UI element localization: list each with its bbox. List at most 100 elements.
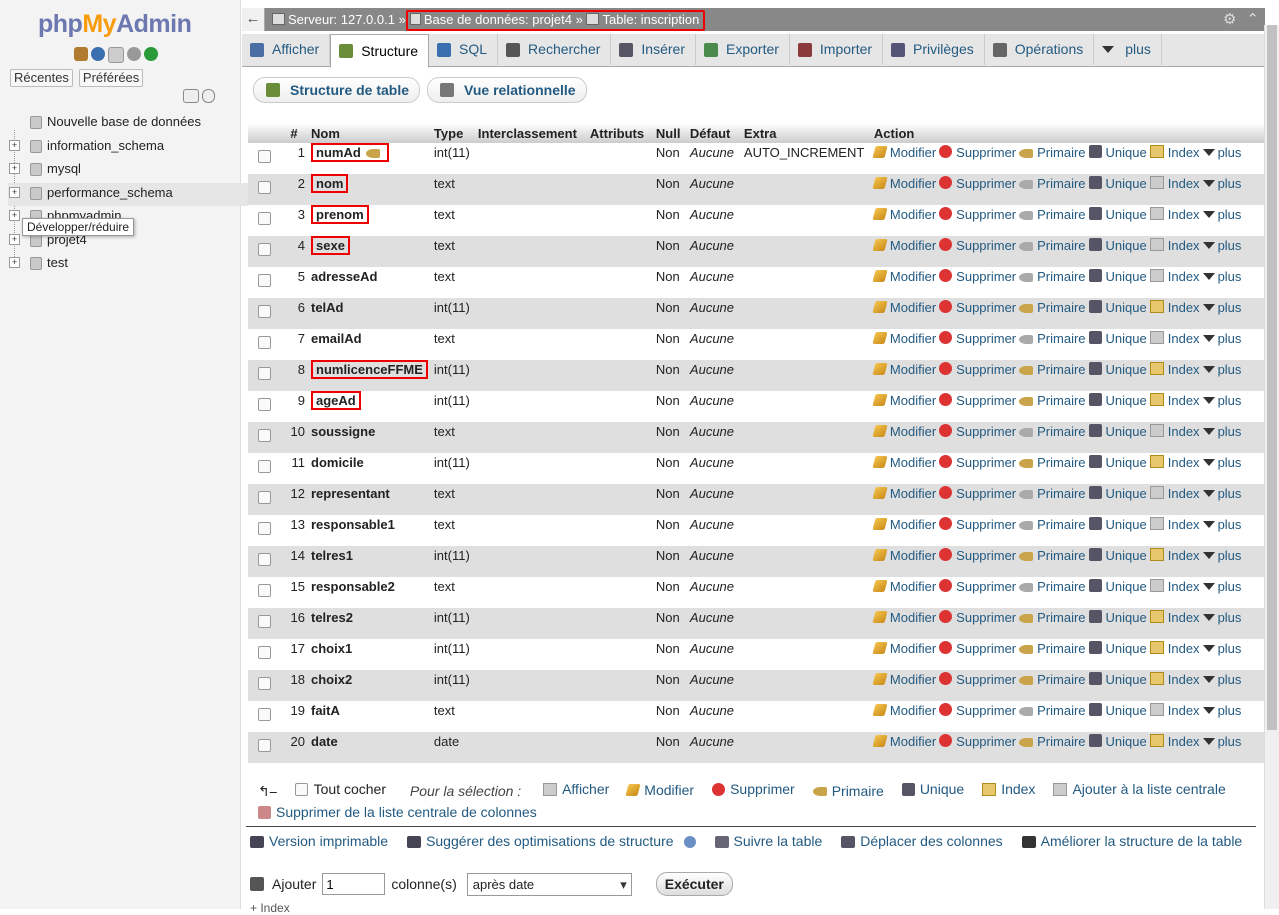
tab-exporter[interactable]: Exporter bbox=[696, 34, 790, 65]
more-action[interactable]: plus bbox=[1202, 424, 1241, 439]
selection-6[interactable]: Ajouter à la liste centrale bbox=[1053, 779, 1226, 800]
selection-0[interactable]: Afficher bbox=[543, 779, 609, 800]
expand-icon[interactable]: + bbox=[9, 233, 20, 245]
edit-action[interactable]: Modifier bbox=[872, 734, 936, 749]
tree-item-performance-schema[interactable]: + performance_schema bbox=[8, 182, 272, 206]
selection-3[interactable]: Primaire bbox=[812, 781, 884, 802]
primary-action[interactable]: Primaire bbox=[1019, 362, 1086, 377]
selection-5[interactable]: Index bbox=[982, 779, 1035, 800]
edit-action[interactable]: Modifier bbox=[872, 641, 936, 656]
primary-action[interactable]: Primaire bbox=[1019, 424, 1086, 439]
unique-action[interactable]: Unique bbox=[1088, 424, 1147, 439]
more-action[interactable]: plus bbox=[1202, 579, 1241, 594]
more-action[interactable]: plus bbox=[1202, 362, 1241, 377]
index-action[interactable]: Index bbox=[1149, 734, 1200, 749]
primary-action[interactable]: Primaire bbox=[1019, 548, 1086, 563]
primary-action[interactable]: Primaire bbox=[1019, 486, 1086, 501]
unique-action[interactable]: Unique bbox=[1088, 207, 1147, 222]
primary-action[interactable]: Primaire bbox=[1019, 269, 1086, 284]
row-checkbox[interactable] bbox=[258, 739, 271, 752]
unique-action[interactable]: Unique bbox=[1088, 579, 1147, 594]
edit-action[interactable]: Modifier bbox=[872, 393, 936, 408]
index-action[interactable]: Index bbox=[1149, 641, 1200, 656]
delete-action[interactable]: Supprimer bbox=[939, 331, 1016, 346]
primary-action[interactable]: Primaire bbox=[1019, 393, 1086, 408]
primary-action[interactable]: Primaire bbox=[1019, 145, 1086, 160]
breadcrumb-table[interactable]: Table: inscription bbox=[602, 12, 699, 27]
row-checkbox[interactable] bbox=[258, 181, 271, 194]
tab-favorites[interactable]: Préférées bbox=[78, 69, 144, 87]
unique-action[interactable]: Unique bbox=[1088, 641, 1147, 656]
row-checkbox[interactable] bbox=[258, 522, 271, 535]
delete-action[interactable]: Supprimer bbox=[939, 579, 1016, 594]
index-action[interactable]: Index bbox=[1149, 238, 1200, 253]
primary-action[interactable]: Primaire bbox=[1019, 300, 1086, 315]
more-action[interactable]: plus bbox=[1202, 610, 1241, 625]
more-action[interactable]: plus bbox=[1202, 145, 1241, 160]
unique-action[interactable]: Unique bbox=[1088, 393, 1147, 408]
primary-action[interactable]: Primaire bbox=[1019, 579, 1086, 594]
tree-item-mysql[interactable]: + mysql bbox=[8, 159, 272, 183]
more-action[interactable]: plus bbox=[1202, 734, 1241, 749]
unique-action[interactable]: Unique bbox=[1088, 548, 1147, 563]
more-action[interactable]: plus bbox=[1202, 393, 1241, 408]
unique-action[interactable]: Unique bbox=[1088, 331, 1147, 346]
more-action[interactable]: plus bbox=[1202, 269, 1241, 284]
link-2[interactable]: Suivre la table bbox=[714, 831, 822, 852]
collapse-all-icon[interactable] bbox=[183, 89, 199, 103]
delete-action[interactable]: Supprimer bbox=[939, 207, 1016, 222]
index-action[interactable]: Index bbox=[1149, 486, 1200, 501]
index-action[interactable]: Index bbox=[1149, 145, 1200, 160]
delete-action[interactable]: Supprimer bbox=[939, 610, 1016, 625]
column-count-input[interactable] bbox=[322, 873, 386, 895]
tree-item-information-schema[interactable]: + information_schema bbox=[8, 136, 272, 160]
more-action[interactable]: plus bbox=[1202, 331, 1241, 346]
more-action[interactable]: plus bbox=[1202, 703, 1241, 718]
unique-action[interactable]: Unique bbox=[1088, 145, 1147, 160]
more-action[interactable]: plus bbox=[1202, 300, 1241, 315]
edit-action[interactable]: Modifier bbox=[872, 238, 936, 253]
index-action[interactable]: Index bbox=[1149, 672, 1200, 687]
subtab-table-structure[interactable]: Structure de table bbox=[253, 77, 421, 103]
index-action[interactable]: Index bbox=[1149, 579, 1200, 594]
edit-action[interactable]: Modifier bbox=[872, 703, 936, 718]
selection-1[interactable]: Modifier bbox=[625, 780, 694, 801]
link-0[interactable]: Version imprimable bbox=[250, 831, 388, 852]
back-arrow-icon[interactable]: ← bbox=[242, 8, 265, 31]
home-icon[interactable] bbox=[74, 47, 88, 61]
more-action[interactable]: plus bbox=[1202, 238, 1241, 253]
remove-central-list[interactable]: Supprimer de la liste centrale de colonn… bbox=[258, 802, 537, 823]
row-checkbox[interactable] bbox=[258, 367, 271, 380]
row-checkbox[interactable] bbox=[258, 274, 271, 287]
collapse-top-icon[interactable]: ⌃ bbox=[1246, 10, 1259, 28]
selection-4[interactable]: Unique bbox=[901, 779, 964, 800]
delete-action[interactable]: Supprimer bbox=[939, 734, 1016, 749]
delete-action[interactable]: Supprimer bbox=[939, 393, 1016, 408]
primary-action[interactable]: Primaire bbox=[1019, 672, 1086, 687]
more-action[interactable]: plus bbox=[1202, 672, 1241, 687]
index-action[interactable]: Index bbox=[1149, 331, 1200, 346]
row-checkbox[interactable] bbox=[258, 398, 271, 411]
edit-action[interactable]: Modifier bbox=[872, 455, 936, 470]
delete-action[interactable]: Supprimer bbox=[939, 486, 1016, 501]
primary-action[interactable]: Primaire bbox=[1019, 455, 1086, 470]
link-3[interactable]: Déplacer des colonnes bbox=[841, 831, 1003, 852]
delete-action[interactable]: Supprimer bbox=[939, 424, 1016, 439]
tab-sql[interactable]: SQL bbox=[429, 34, 499, 65]
link-4[interactable]: Améliorer la structure de la table bbox=[1021, 831, 1242, 852]
tab-rechercher[interactable]: Rechercher bbox=[498, 34, 612, 65]
primary-action[interactable]: Primaire bbox=[1019, 238, 1086, 253]
help-icon[interactable] bbox=[683, 835, 696, 848]
row-checkbox[interactable] bbox=[258, 305, 271, 318]
delete-action[interactable]: Supprimer bbox=[939, 672, 1016, 687]
edit-action[interactable]: Modifier bbox=[872, 610, 936, 625]
more-action[interactable]: plus bbox=[1202, 455, 1241, 470]
more-action[interactable]: plus bbox=[1202, 176, 1241, 191]
index-action[interactable]: Index bbox=[1149, 455, 1200, 470]
more-action[interactable]: plus bbox=[1202, 548, 1241, 563]
unique-action[interactable]: Unique bbox=[1088, 269, 1147, 284]
row-checkbox[interactable] bbox=[258, 584, 271, 597]
index-action[interactable]: Index bbox=[1149, 362, 1200, 377]
tree-item-nouvelle-base-de-donn-es[interactable]: Nouvelle base de données bbox=[8, 112, 272, 136]
delete-action[interactable]: Supprimer bbox=[939, 176, 1016, 191]
